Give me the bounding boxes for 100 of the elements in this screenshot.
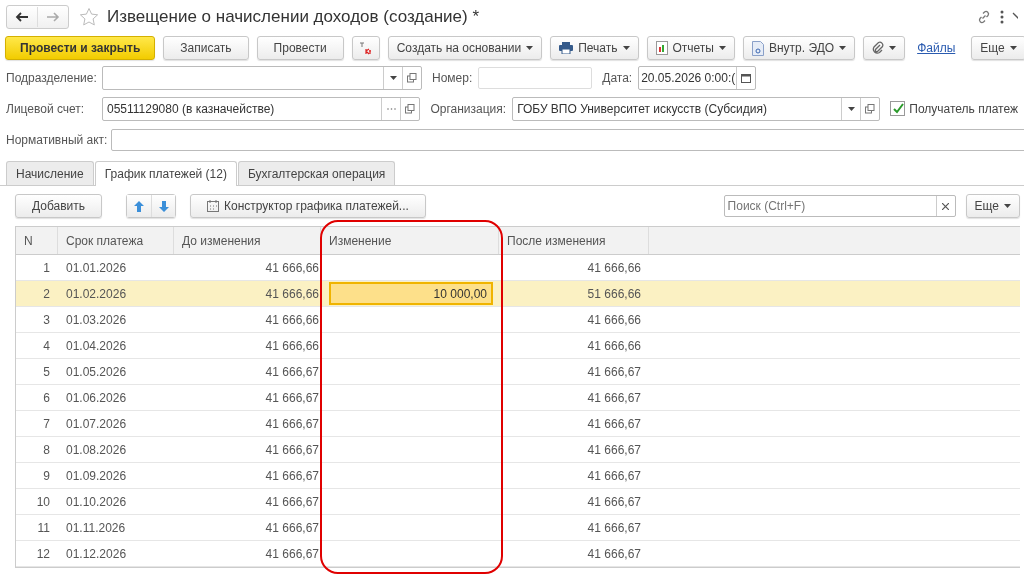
table-cell-text: 12 [35, 545, 51, 563]
table-cell-text: 10 [35, 493, 51, 511]
more-button[interactable]: Еще [965, 194, 1020, 218]
field-label: Нормативный акт: [6, 132, 108, 147]
caret-icon [847, 106, 855, 111]
field-label: Дата: [602, 70, 633, 85]
link-icon[interactable] [976, 9, 992, 25]
report-icon [655, 41, 668, 55]
table-cell-text: 41 666,67 [586, 415, 642, 433]
number-field[interactable] [478, 66, 593, 89]
printer-icon [559, 42, 574, 54]
table-cell-text: 01.01.2026 [65, 259, 128, 277]
print-button[interactable]: Печать [550, 36, 639, 60]
table-cell-text: 01.11.2026 [65, 519, 127, 537]
table-cell-text: 41 666,66 [586, 259, 642, 277]
table-cell-text: 41 666,67 [264, 441, 320, 459]
calendar-icon[interactable] [741, 72, 752, 83]
table-cell-text: 2 [42, 285, 51, 303]
table-cell-text: 41 666,67 [264, 493, 320, 511]
table-cell-text: 41 666,67 [264, 545, 320, 563]
window-title: Извещение о начислении доходов (создание) * [107, 7, 480, 27]
table-row[interactable]: 2 01.02.2026 41 666,66 10 000,00 51 666,66 [16, 281, 1020, 307]
checkbox[interactable] [890, 101, 906, 116]
create-based-on-button[interactable]: Создать на основании [387, 36, 543, 60]
table-cell-text: 41 666,66 [264, 285, 320, 303]
table-row[interactable]: 3 01.03.2026 41 666,66 41 666,66 [16, 307, 1020, 333]
table-cell-text: 01.04.2026 [65, 337, 128, 355]
table-cell-text: 3 [42, 311, 51, 329]
table-cell-text: 01.12.2026 [65, 545, 128, 563]
table-cell-text: 41 666,66 [264, 311, 320, 329]
table-cell-text: 4 [42, 337, 51, 355]
schedule-constructor-button[interactable]: Конструктор графика платежей... [190, 194, 426, 218]
document-icon [752, 40, 764, 56]
table-row[interactable]: 9 01.09.2026 41 666,67 41 666,67 [16, 463, 1020, 489]
table-cell-text: 41 666,67 [586, 441, 642, 459]
column-header[interactable]: N [16, 227, 58, 254]
navigation-buttons[interactable] [6, 5, 69, 29]
regulation-field[interactable] [111, 128, 1024, 151]
open-icon[interactable] [865, 103, 876, 114]
table-cell-text: 41 666,67 [586, 519, 642, 537]
table-cell-text: 8 [42, 441, 51, 459]
table-row[interactable]: 11 01.11.2026 41 666,67 41 666,67 [16, 515, 1020, 541]
tab[interactable]: Начисление [6, 161, 94, 185]
account-field[interactable]: 05511129080 (в казначействе) [102, 96, 421, 121]
checkbox-label: Получатель платеж [909, 101, 1018, 116]
table-cell-text: 01.07.2026 [65, 415, 128, 433]
field-label: Номер: [432, 70, 473, 85]
star-icon[interactable] [79, 7, 99, 27]
table-cell-text: 01.02.2026 [65, 285, 128, 303]
internal-edo-button[interactable]: Внутр. ЭДО [743, 36, 856, 60]
add-button[interactable]: Добавить [15, 194, 103, 218]
caret-icon [1004, 204, 1011, 208]
table-cell-text: 01.08.2026 [65, 441, 128, 459]
post-and-close-button[interactable]: Провести и закрыть [5, 36, 156, 60]
tab[interactable]: График платежей (12) [94, 161, 237, 186]
table-row[interactable]: 12 01.12.2026 41 666,67 41 666,67 [16, 541, 1020, 567]
field-label: Организация: [430, 101, 507, 116]
table-cell-text: 01.10.2026 [65, 493, 128, 511]
organization-field[interactable]: ГОБУ ВПО Университет искусств (Субсидия) [512, 96, 881, 121]
table-cell-text: 1 [42, 259, 51, 277]
search-field[interactable]: Поиск (Ctrl+F) [723, 195, 956, 217]
column-header[interactable]: После изменения [499, 227, 649, 254]
caret-icon [889, 46, 897, 50]
table-cell-text: 41 666,67 [264, 415, 320, 433]
files-link[interactable]: Файлы [917, 41, 956, 55]
table-cell-text: 01.06.2026 [65, 389, 128, 407]
more-button[interactable]: Еще [971, 36, 1024, 60]
column-header[interactable]: Изменение [321, 227, 499, 254]
table-row[interactable]: 4 01.04.2026 41 666,66 41 666,66 [16, 333, 1020, 359]
open-icon[interactable] [405, 103, 416, 114]
table-cell-text: 01.03.2026 [65, 311, 128, 329]
move-down-button[interactable] [151, 195, 176, 217]
column-header[interactable]: До изменения [174, 227, 321, 254]
department-field[interactable] [102, 65, 422, 90]
open-icon[interactable] [407, 72, 417, 83]
paperclip-icon [872, 41, 885, 55]
table-cell-text: 41 666,66 [586, 311, 642, 329]
table-row[interactable]: 7 01.07.2026 41 666,67 41 666,67 [16, 411, 1020, 437]
kebab-menu-icon[interactable] [1000, 10, 1004, 24]
table-row[interactable]: 6 01.06.2026 41 666,67 41 666,67 [16, 385, 1020, 411]
move-up-button[interactable] [127, 195, 152, 217]
date-field[interactable]: 20.05.2026 0:00:( [638, 65, 757, 90]
table-row[interactable]: 8 01.08.2026 41 666,67 41 666,67 [16, 437, 1020, 463]
calendar-icon [207, 200, 220, 212]
caret-icon [622, 46, 630, 50]
ellipsis-icon[interactable] [386, 107, 396, 110]
reports-button[interactable]: Отчеты [646, 36, 735, 60]
table-row[interactable]: 5 01.05.2026 41 666,67 41 666,67 [16, 359, 1020, 385]
toolbar-button[interactable]: Провести [256, 36, 344, 60]
debit-credit-button[interactable] [351, 36, 380, 60]
attachment-button[interactable] [863, 36, 906, 60]
tab[interactable]: Бухгалтерская операция [237, 161, 396, 185]
toolbar-button[interactable]: Записать [163, 36, 249, 60]
table-row[interactable]: 10 01.10.2026 41 666,67 41 666,67 [16, 489, 1020, 515]
table-cell-text: 41 666,66 [264, 337, 320, 355]
column-header[interactable]: Срок платежа [58, 227, 174, 254]
clear-icon[interactable] [942, 202, 950, 210]
back-arrow-icon[interactable] [15, 12, 29, 22]
field-label: Лицевой счет: [6, 101, 86, 116]
table-cell-text: 41 666,67 [586, 467, 642, 485]
